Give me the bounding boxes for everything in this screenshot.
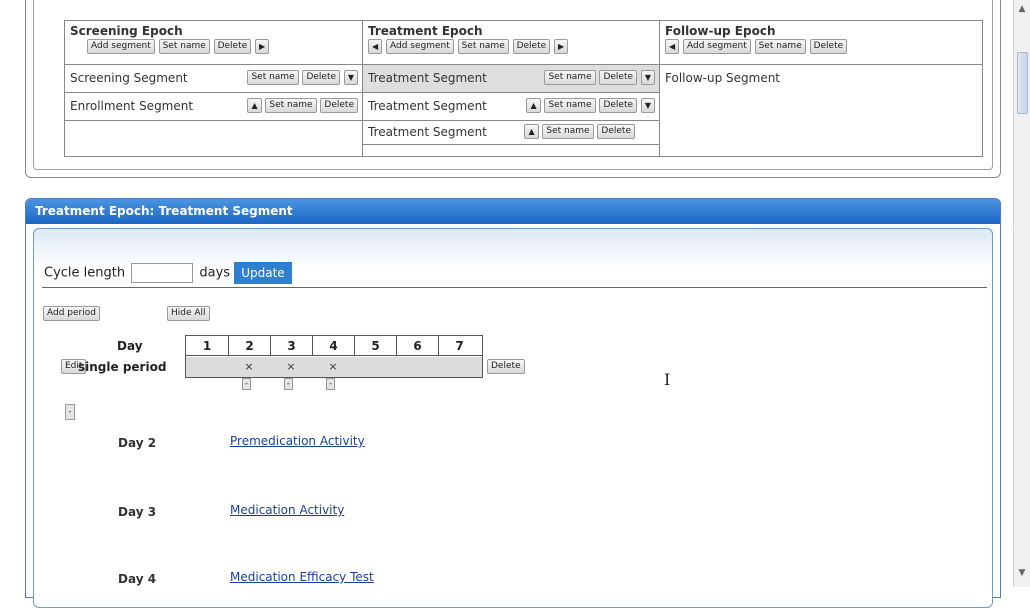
day-cell[interactable] bbox=[438, 357, 480, 377]
segment-detail-panel: Treatment Epoch: Treatment Segment bbox=[25, 198, 1001, 608]
epoch-header: Treatment Epoch ◀ Add segment Set name D… bbox=[363, 21, 659, 65]
day-cell[interactable] bbox=[186, 357, 228, 377]
cycle-length-input[interactable] bbox=[131, 263, 194, 283]
move-right-button[interactable]: ▶ bbox=[255, 39, 270, 54]
epoch-column-follow-up: Follow-up Epoch ◀ Add segment Set name D… bbox=[659, 21, 982, 156]
day-number: 2 bbox=[228, 336, 270, 356]
day-cell[interactable]: × bbox=[270, 357, 312, 377]
set-name-button[interactable]: Set name bbox=[247, 70, 299, 85]
delete-segment-button[interactable]: Delete bbox=[597, 124, 635, 139]
period-name: single period bbox=[78, 360, 167, 374]
add-segment-button[interactable]: Add segment bbox=[682, 39, 751, 54]
epoch-title: Screening Epoch bbox=[70, 24, 183, 38]
activity-link[interactable]: Medication Activity bbox=[230, 503, 344, 517]
move-right-button[interactable]: ▶ bbox=[553, 39, 569, 54]
segment-row[interactable]: Treatment Segment ▲ Set name Delete bbox=[363, 121, 659, 145]
days-label: days bbox=[199, 265, 231, 281]
activity-day-label: Day 3 bbox=[118, 505, 157, 519]
day-number: 4 bbox=[312, 336, 354, 356]
day-cell[interactable]: × bbox=[312, 357, 354, 377]
set-name-button[interactable]: Set name bbox=[265, 98, 317, 113]
day-number: 1 bbox=[202, 339, 212, 353]
epoch-table: Screening Epoch Add segment Set name Del… bbox=[64, 20, 983, 157]
activity-link[interactable]: Medication Efficacy Test bbox=[230, 570, 374, 584]
day-header-label: Day bbox=[117, 339, 143, 353]
segment-name: Enrollment Segment bbox=[70, 99, 194, 113]
segment-name: Treatment Segment bbox=[368, 71, 487, 85]
epoch-title: Follow-up Epoch bbox=[665, 24, 776, 38]
scroll-thumb[interactable] bbox=[1017, 52, 1028, 114]
update-button[interactable]: Update bbox=[234, 262, 292, 284]
day-cell[interactable] bbox=[354, 357, 396, 377]
day-number: 7 bbox=[438, 336, 480, 356]
add-segment-button[interactable]: Add segment bbox=[385, 39, 454, 54]
day-cell[interactable]: × bbox=[228, 357, 270, 377]
cycle-length-label: Cycle length bbox=[44, 265, 126, 281]
segment-name: Follow-up Segment bbox=[665, 71, 781, 85]
activity-link[interactable]: Premedication Activity bbox=[230, 434, 365, 448]
move-up-button[interactable]: ▲ bbox=[524, 124, 539, 139]
set-name-button[interactable]: Set name bbox=[158, 39, 210, 54]
activity-day-label: Day 2 bbox=[118, 436, 157, 450]
epoch-header: Screening Epoch Add segment Set name Del… bbox=[65, 21, 362, 65]
epoch-column-screening: Screening Epoch Add segment Set name Del… bbox=[65, 21, 362, 156]
collapse-activities-button[interactable]: - bbox=[65, 404, 75, 420]
add-period-button[interactable]: Add period bbox=[43, 306, 100, 321]
day-number: 6 bbox=[396, 336, 438, 356]
vertical-scrollbar[interactable]: ▲ ▼ bbox=[1013, 0, 1030, 587]
epoch-title: Treatment Epoch bbox=[368, 24, 483, 38]
day-grid: 1 2 3 4 5 6 7 × × × bbox=[185, 335, 483, 378]
set-name-button[interactable]: Set name bbox=[544, 98, 596, 113]
segment-row[interactable]: Enrollment Segment ▲ Set name Delete bbox=[65, 93, 362, 121]
delete-segment-button[interactable]: Delete bbox=[599, 70, 638, 85]
epoch-header: Follow-up Epoch ◀ Add segment Set name D… bbox=[660, 21, 982, 65]
divider bbox=[42, 287, 987, 288]
set-name-button[interactable]: Set name bbox=[544, 70, 596, 85]
delete-epoch-button[interactable]: Delete bbox=[213, 39, 252, 54]
day-number: 3 bbox=[270, 336, 312, 356]
add-segment-button[interactable]: Add segment bbox=[87, 39, 155, 54]
move-down-button[interactable]: ▼ bbox=[343, 70, 358, 85]
day-number: 5 bbox=[354, 336, 396, 356]
segment-name: Treatment Segment bbox=[368, 125, 487, 139]
cycle-length-row: Cycle length days Update bbox=[44, 262, 292, 284]
collapse-day-button[interactable]: - bbox=[326, 378, 335, 390]
delete-segment-button[interactable]: Delete bbox=[302, 70, 341, 85]
scroll-down-icon[interactable]: ▼ bbox=[1014, 568, 1030, 582]
text-cursor-icon: I bbox=[664, 370, 671, 389]
move-down-button[interactable]: ▼ bbox=[640, 70, 655, 85]
period-day-row: × × × bbox=[186, 357, 482, 377]
set-name-button[interactable]: Set name bbox=[754, 39, 806, 54]
hide-all-button[interactable]: Hide All bbox=[167, 306, 210, 321]
segment-row[interactable]: Treatment Segment ▲ Set name Delete ▼ bbox=[363, 93, 659, 121]
move-up-button[interactable]: ▲ bbox=[247, 98, 262, 113]
delete-epoch-button[interactable]: Delete bbox=[809, 39, 848, 54]
set-name-button[interactable]: Set name bbox=[457, 39, 509, 54]
scroll-up-icon[interactable]: ▲ bbox=[1014, 4, 1030, 18]
move-down-button[interactable]: ▼ bbox=[640, 98, 655, 113]
segment-name: Screening Segment bbox=[70, 71, 188, 85]
activity-day-label: Day 4 bbox=[118, 572, 157, 586]
move-up-button[interactable]: ▲ bbox=[526, 98, 541, 113]
segment-row[interactable]: Screening Segment Set name Delete ▼ bbox=[65, 65, 362, 93]
delete-segment-button[interactable]: Delete bbox=[599, 98, 638, 113]
move-left-button[interactable]: ◀ bbox=[665, 39, 680, 54]
day-header-row: 1 2 3 4 5 6 7 bbox=[186, 336, 482, 356]
move-left-button[interactable]: ◀ bbox=[368, 39, 383, 54]
delete-period-button[interactable]: Delete bbox=[487, 359, 525, 374]
delete-segment-button[interactable]: Delete bbox=[320, 98, 358, 113]
segment-name: Treatment Segment bbox=[368, 99, 487, 113]
segment-panel-inner bbox=[33, 228, 993, 608]
collapse-day-button[interactable]: - bbox=[284, 378, 293, 390]
epoch-column-treatment: Treatment Epoch ◀ Add segment Set name D… bbox=[362, 21, 659, 156]
segment-row[interactable]: Follow-up Segment bbox=[660, 65, 982, 93]
set-name-button[interactable]: Set name bbox=[542, 124, 594, 139]
delete-epoch-button[interactable]: Delete bbox=[512, 39, 551, 54]
segment-panel-title: Treatment Epoch: Treatment Segment bbox=[26, 199, 1000, 224]
segment-row-selected[interactable]: Treatment Segment Set name Delete ▼ bbox=[363, 65, 659, 93]
day-cell[interactable] bbox=[396, 357, 438, 377]
collapse-day-button[interactable]: - bbox=[242, 378, 251, 390]
